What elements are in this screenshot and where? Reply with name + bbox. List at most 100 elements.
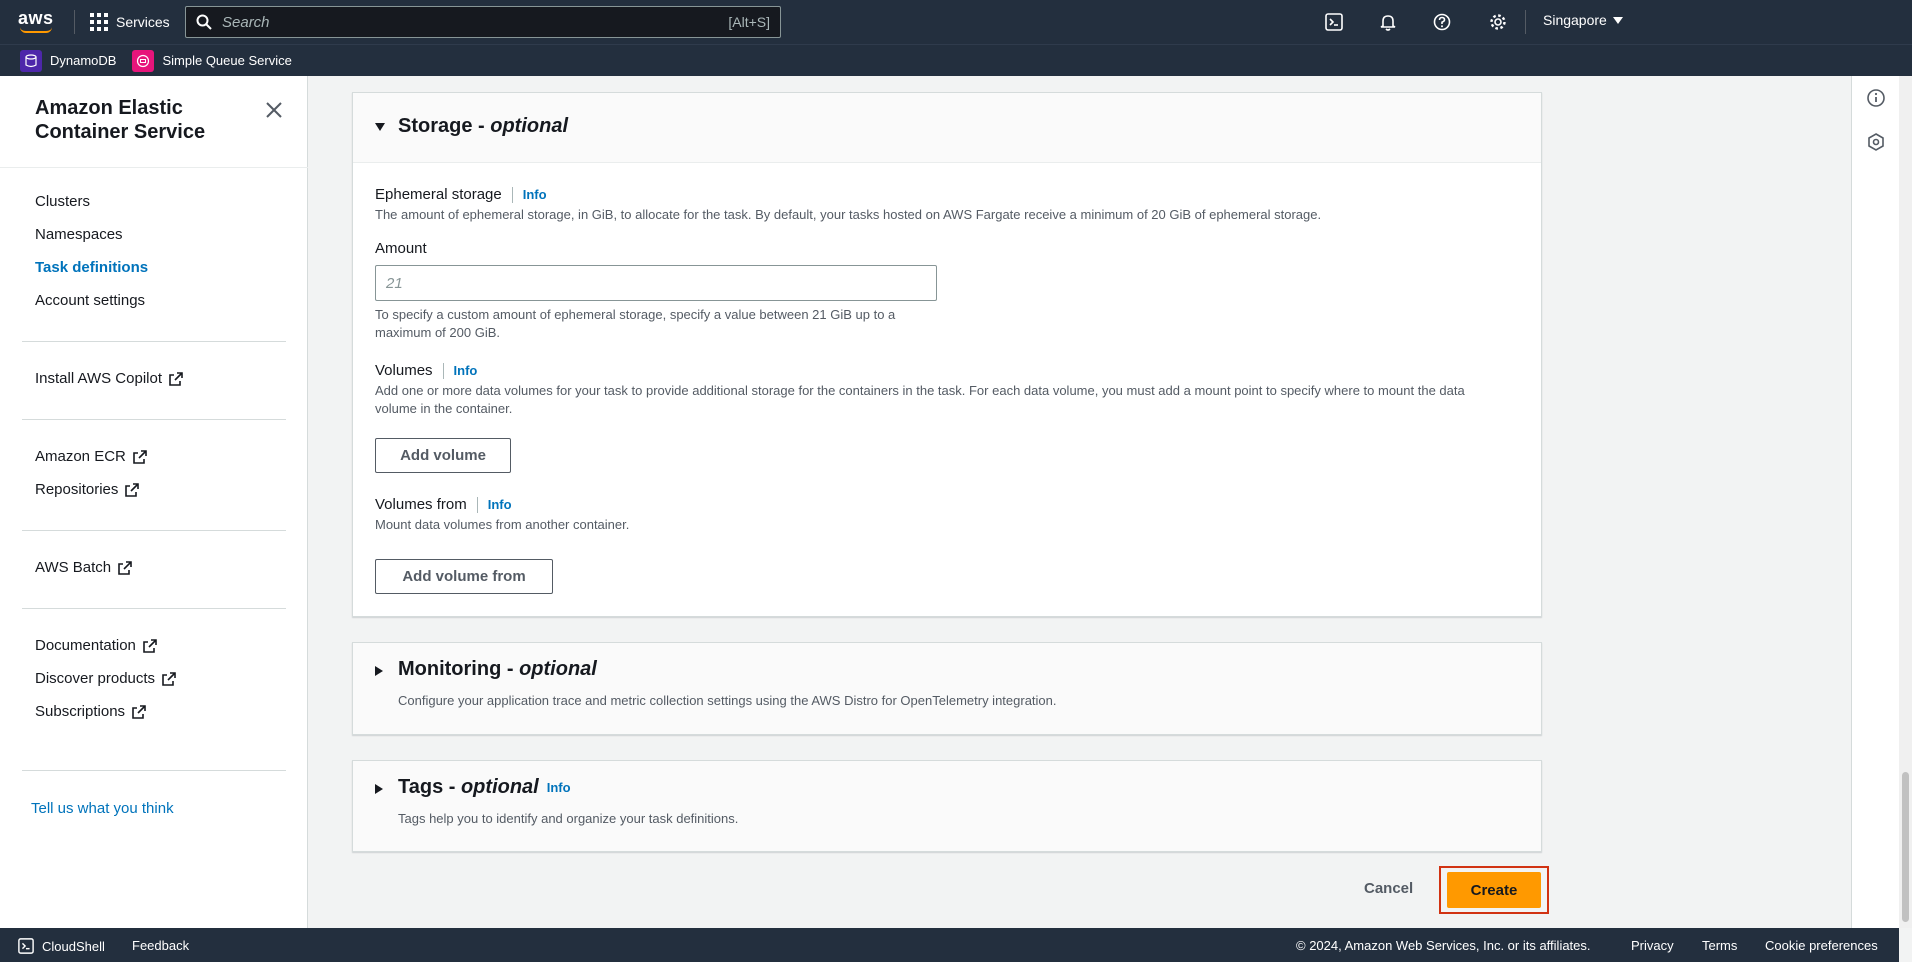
divider [22, 341, 286, 342]
search-icon [196, 14, 212, 30]
sidebar-item-clusters[interactable]: Clusters [35, 193, 90, 210]
cancel-button[interactable]: Cancel [1364, 880, 1413, 897]
caret-right-icon [375, 784, 383, 794]
sqs-icon [132, 49, 155, 72]
monitoring-description: Configure your application trace and met… [398, 693, 1057, 708]
sidebar-item-repositories[interactable]: Repositories [35, 481, 140, 498]
sidebar-item-label: Repositories [35, 481, 119, 498]
external-link-icon [162, 671, 176, 686]
sidebar-title[interactable]: Amazon Elastic Container Service [35, 96, 255, 144]
amount-hint: To specify a custom amount of ephemeral … [375, 307, 896, 340]
ephemeral-storage-description: The amount of ephemeral storage, in GiB,… [375, 207, 1322, 222]
sidebar-item-subscriptions[interactable]: Subscriptions [35, 703, 147, 720]
divider [74, 10, 75, 34]
footer-feedback-link[interactable]: Feedback [132, 938, 189, 953]
info-circle-icon[interactable] [1864, 86, 1888, 110]
sidebar-item-account-settings[interactable]: Account settings [35, 292, 145, 309]
external-link-icon [143, 638, 157, 653]
sidebar-item-label: AWS Batch [35, 559, 112, 576]
page-scrollbar[interactable] [1899, 76, 1912, 928]
external-link-icon [169, 371, 183, 386]
external-link-icon [132, 704, 146, 719]
favorite-dynamodb[interactable]: DynamoDB [20, 49, 117, 72]
info-link[interactable]: Info [488, 497, 512, 512]
search-input[interactable]: Search [Alt+S] [185, 6, 781, 38]
sidebar-item-discover-products[interactable]: Discover products [35, 670, 177, 687]
sidebar-item-amazon-ecr[interactable]: Amazon ECR [35, 448, 148, 465]
cloudshell-icon [18, 938, 34, 954]
aws-smile-icon [20, 27, 52, 33]
cookie-preferences-link[interactable]: Cookie preferences [1765, 938, 1878, 953]
caret-down-icon [375, 123, 385, 131]
favorite-label: DynamoDB [50, 53, 117, 68]
sidebar-item-documentation[interactable]: Documentation [35, 637, 158, 654]
aws-logo[interactable]: aws [18, 8, 58, 36]
divider [1525, 10, 1526, 34]
sidebar-item-task-definitions[interactable]: Task definitions [35, 259, 148, 276]
storage-panel-header[interactable]: Storage - optional [353, 93, 1541, 163]
side-navigation: Amazon Elastic Container Service Cluster… [0, 76, 308, 928]
amount-input[interactable]: 21 [375, 265, 937, 301]
main-content: Storage - optional Ephemeral storage Inf… [308, 76, 1851, 928]
divider [22, 419, 286, 420]
search-shortcut: [Alt+S] [728, 14, 770, 30]
add-volume-button[interactable]: Add volume [375, 438, 511, 473]
settings-gear-icon[interactable] [1486, 10, 1510, 34]
terms-link[interactable]: Terms [1702, 938, 1737, 953]
storage-title: Storage - optional [398, 115, 569, 137]
top-navigation-bar: aws Services Search [Alt+S] Singapore [0, 0, 1912, 44]
amount-placeholder: 21 [386, 274, 403, 292]
storage-panel: Storage - optional Ephemeral storage Inf… [352, 92, 1542, 617]
region-selector[interactable]: Singapore [1543, 12, 1623, 28]
sidebar-item-label: Documentation [35, 637, 136, 654]
info-link[interactable]: Info [547, 780, 571, 795]
cloudshell-button[interactable]: CloudShell [18, 938, 105, 954]
favorite-sqs[interactable]: Simple Queue Service [132, 49, 292, 72]
create-button-highlight: Create [1439, 866, 1549, 914]
sidebar-item-label: Subscriptions [35, 703, 126, 720]
volumes-from-label: Volumes from Info [375, 496, 512, 513]
caret-down-icon [1612, 16, 1623, 24]
cloudshell-label: CloudShell [42, 938, 105, 954]
close-icon[interactable] [262, 98, 286, 122]
copyright-text: © 2024, Amazon Web Services, Inc. or its… [1296, 938, 1591, 953]
services-menu-button[interactable]: Services [90, 10, 170, 34]
notifications-bell-icon[interactable] [1376, 10, 1400, 34]
sidebar-item-install-copilot[interactable]: Install AWS Copilot [35, 370, 184, 387]
tell-us-feedback-link[interactable]: Tell us what you think [31, 800, 174, 817]
add-volume-from-button[interactable]: Add volume from [375, 559, 553, 594]
amount-label: Amount [375, 240, 427, 257]
privacy-link[interactable]: Privacy [1631, 938, 1674, 953]
cloudshell-icon[interactable] [1322, 10, 1346, 34]
tags-title: Tags - optional Info [398, 776, 571, 798]
tags-panel[interactable]: Tags - optional Info Tags help you to id… [352, 760, 1542, 852]
sidebar-item-label: Amazon ECR [35, 448, 126, 465]
info-link[interactable]: Info [454, 363, 478, 378]
sidebar-item-namespaces[interactable]: Namespaces [35, 226, 123, 243]
favorite-label: Simple Queue Service [162, 53, 292, 68]
divider [22, 530, 286, 531]
hexagon-icon[interactable] [1864, 130, 1888, 154]
services-label: Services [116, 14, 170, 30]
create-button[interactable]: Create [1447, 872, 1541, 908]
search-placeholder: Search [222, 13, 270, 31]
dynamodb-icon [20, 49, 42, 72]
favorites-bar: DynamoDB Simple Queue Service [0, 44, 1912, 76]
sidebar-item-label: Install AWS Copilot [35, 370, 162, 387]
divider [22, 608, 286, 609]
external-link-icon [125, 482, 140, 497]
monitoring-panel[interactable]: Monitoring - optional Configure your app… [352, 642, 1542, 735]
help-icon[interactable] [1430, 10, 1454, 34]
monitoring-title: Monitoring - optional [398, 658, 597, 680]
volumes-label: Volumes Info [375, 362, 478, 379]
external-link-icon [118, 560, 132, 575]
right-tools-rail [1851, 76, 1899, 928]
sidebar-item-label: Discover products [35, 670, 156, 687]
grid-icon [90, 13, 108, 31]
ephemeral-storage-label: Ephemeral storage Info [375, 186, 547, 203]
scrollbar-thumb[interactable] [1902, 772, 1909, 922]
sidebar-item-aws-batch[interactable]: AWS Batch [35, 559, 133, 576]
volumes-description: Add one or more data volumes for your ta… [375, 383, 1465, 416]
divider [0, 167, 308, 168]
info-link[interactable]: Info [523, 187, 547, 202]
